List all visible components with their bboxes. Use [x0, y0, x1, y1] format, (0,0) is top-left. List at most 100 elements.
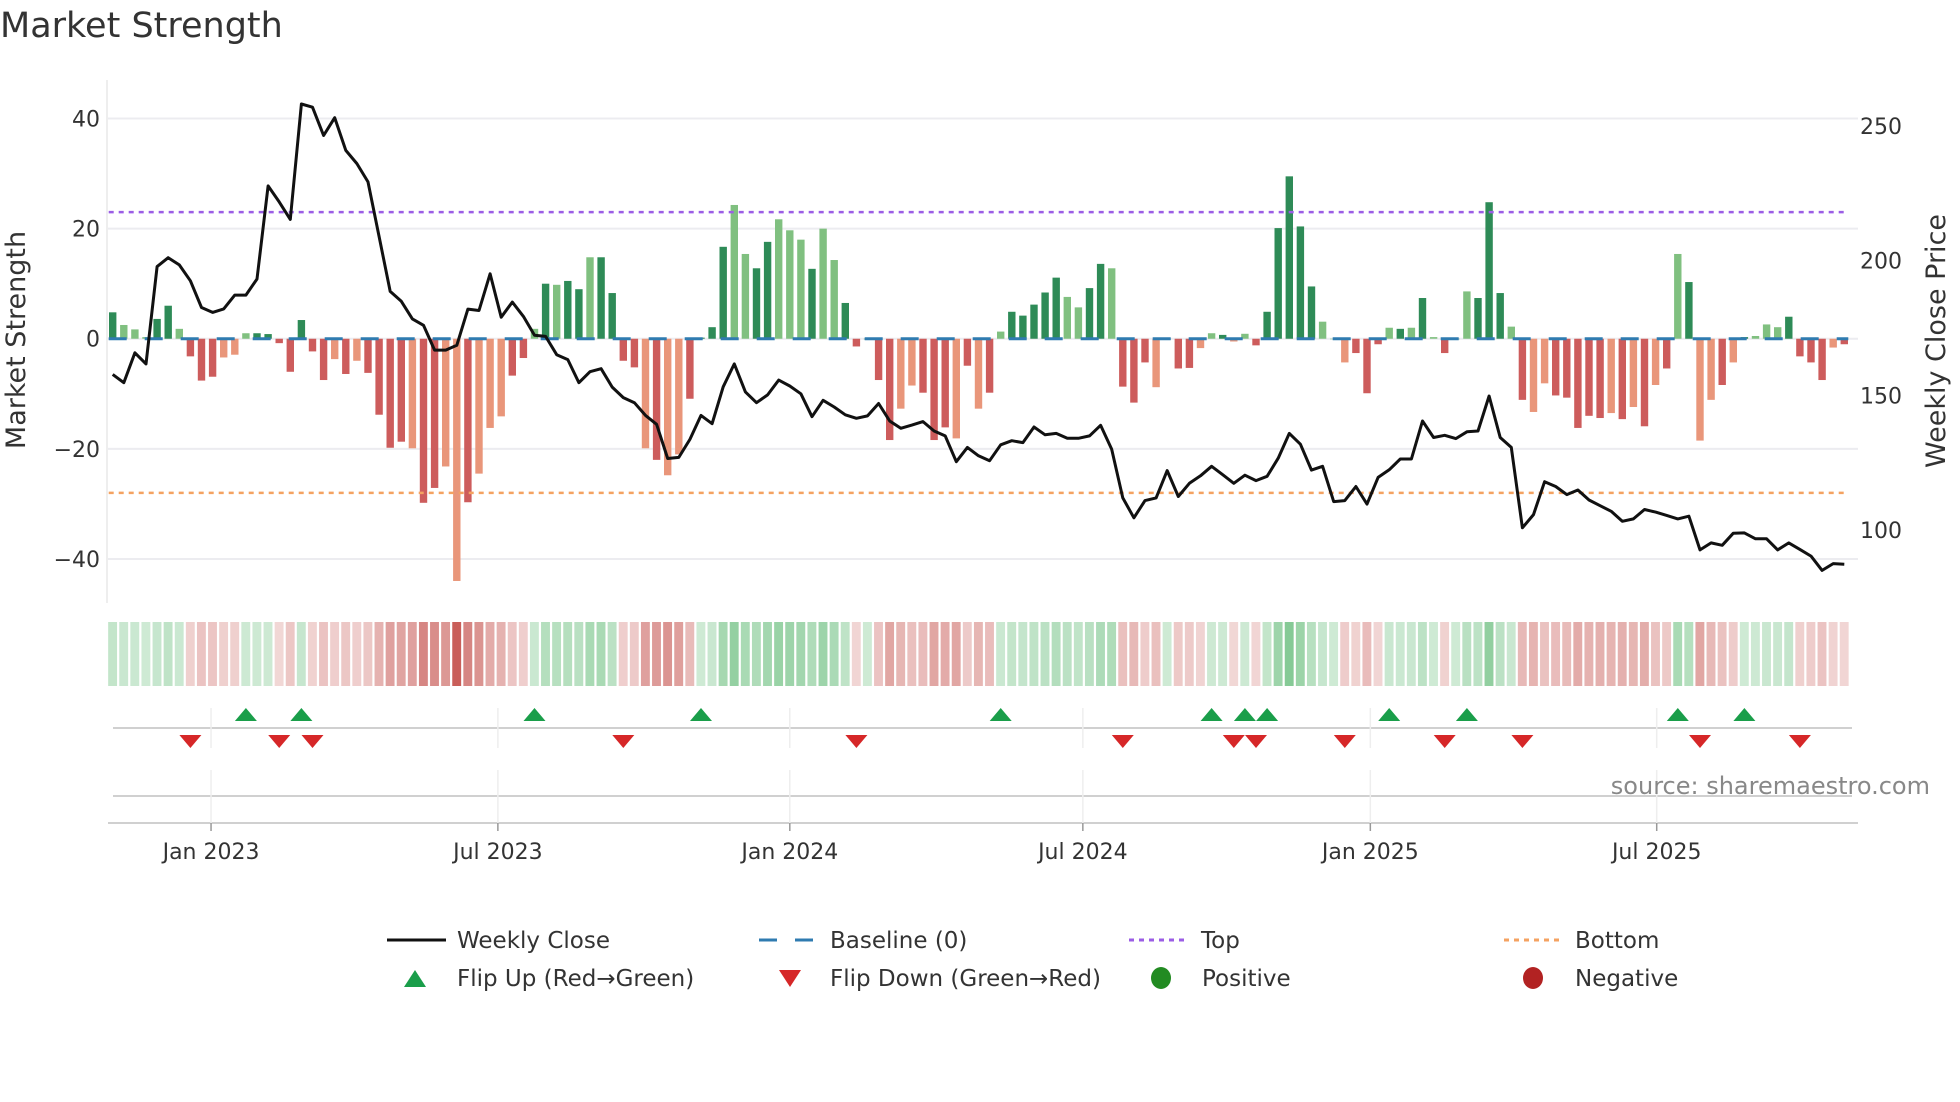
strength-bar [1729, 338, 1737, 363]
strip-cell [1051, 622, 1061, 686]
strip-cell [585, 622, 595, 686]
strength-bar [686, 338, 694, 399]
strength-bar [1674, 253, 1682, 339]
strip-cell [685, 622, 695, 686]
flip-up-marker [1378, 708, 1401, 721]
strip-cell [907, 622, 917, 686]
strip-cell [219, 622, 229, 686]
strength-bar [1829, 338, 1837, 348]
flip-up-marker [234, 708, 257, 721]
strength-bar [231, 338, 239, 355]
strip-cell [1773, 622, 1783, 686]
strip-cell [1184, 622, 1194, 686]
strength-bar [1063, 296, 1071, 339]
strip-cell [918, 622, 928, 686]
strip-cell [629, 622, 639, 686]
y-tick-label-right: 100 [1860, 519, 1902, 544]
strip-cell [1462, 622, 1472, 686]
strip-cell [518, 622, 528, 686]
strength-bar [1807, 338, 1815, 363]
strip-cell [1595, 622, 1605, 686]
flip-down-marker [1111, 735, 1134, 748]
strength-bar [1762, 324, 1771, 339]
strip-cell [1073, 622, 1083, 686]
strength-bar [442, 338, 450, 467]
strength-bar [1185, 338, 1194, 368]
strip-cell [296, 622, 306, 686]
strength-bar [1108, 268, 1116, 339]
strength-bar [1640, 338, 1649, 427]
strip-cell [108, 622, 118, 686]
heat-strip [108, 622, 1849, 686]
strip-cell [973, 622, 983, 686]
strip-cell [796, 622, 806, 686]
strip-cell [1162, 622, 1172, 686]
legend-baseline[interactable]: Baseline (0) [759, 928, 967, 954]
strip-cell [1639, 622, 1649, 686]
flip-up-marker [1733, 708, 1756, 721]
strip-cell [1750, 622, 1760, 686]
strength-bar [1774, 327, 1782, 339]
legend-positive[interactable]: Positive [1151, 966, 1291, 992]
strength-bar [974, 338, 983, 409]
strip-cell [418, 622, 428, 686]
strength-bar [1552, 338, 1560, 396]
strip-cell [230, 622, 240, 686]
strip-cell [618, 622, 628, 686]
strip-cell [951, 622, 961, 686]
legend-flip-up[interactable]: Flip Up (Red→Green) [404, 966, 694, 992]
strength-bar [242, 333, 250, 339]
strip-cell [1551, 622, 1561, 686]
strip-cell [241, 622, 251, 686]
y-tick-label-right: 250 [1860, 115, 1902, 140]
strip-cell [1306, 622, 1316, 686]
strength-bar [1785, 316, 1793, 339]
strip-cell [1817, 622, 1827, 686]
flip-down-marker [1222, 735, 1245, 748]
strength-bar [464, 338, 472, 503]
legend-flip-down[interactable]: Flip Down (Green→Red) [779, 966, 1101, 992]
strength-bar [641, 338, 650, 449]
strip-cell [1784, 622, 1794, 686]
y-tick-label-left: −20 [54, 438, 100, 463]
strip-cell [1440, 622, 1450, 686]
strength-bar [1152, 338, 1160, 388]
strength-bar [1651, 338, 1660, 385]
strip-cell [896, 622, 906, 686]
strength-bar [1363, 338, 1371, 394]
strength-bar [1463, 291, 1471, 339]
legend-negative[interactable]: Negative [1523, 966, 1678, 992]
strength-bar [1596, 338, 1604, 419]
strip-cell [1606, 622, 1616, 686]
flip-down-marker [268, 735, 291, 748]
strength-bar [1685, 282, 1693, 339]
legend-label: Bottom [1575, 928, 1659, 954]
strip-cell [130, 622, 140, 686]
strip-cell [740, 622, 750, 686]
legend-top[interactable]: Top [1129, 928, 1240, 954]
strip-cell [1517, 622, 1527, 686]
strip-cell [1340, 622, 1350, 686]
strip-cell [696, 622, 706, 686]
legend-weekly-close[interactable]: Weekly Close [387, 928, 610, 954]
strip-cell [341, 622, 351, 686]
strip-cell [474, 622, 484, 686]
strip-cell [541, 622, 550, 686]
strip-cell [1495, 622, 1505, 686]
strip-cell [1295, 622, 1305, 686]
strip-cell [330, 622, 340, 686]
strip-cell [607, 622, 617, 686]
strength-bar [797, 239, 805, 339]
strip-cell [1540, 622, 1549, 686]
strength-bar [1008, 311, 1016, 339]
strength-bar [1585, 338, 1593, 416]
strip-cell [985, 622, 994, 686]
strip-cell [1207, 622, 1216, 686]
flip-up-marker [523, 708, 546, 721]
x-axis: Jan 2023 Jul 2023 Jan 2024 Jul 2024 Jan 2025… [108, 770, 1858, 865]
strength-bar [1718, 338, 1726, 385]
strip-cell [1706, 622, 1716, 686]
strength-bar [120, 324, 128, 339]
legend-bottom[interactable]: Bottom [1504, 928, 1659, 954]
flip-up-marker [1256, 708, 1279, 721]
